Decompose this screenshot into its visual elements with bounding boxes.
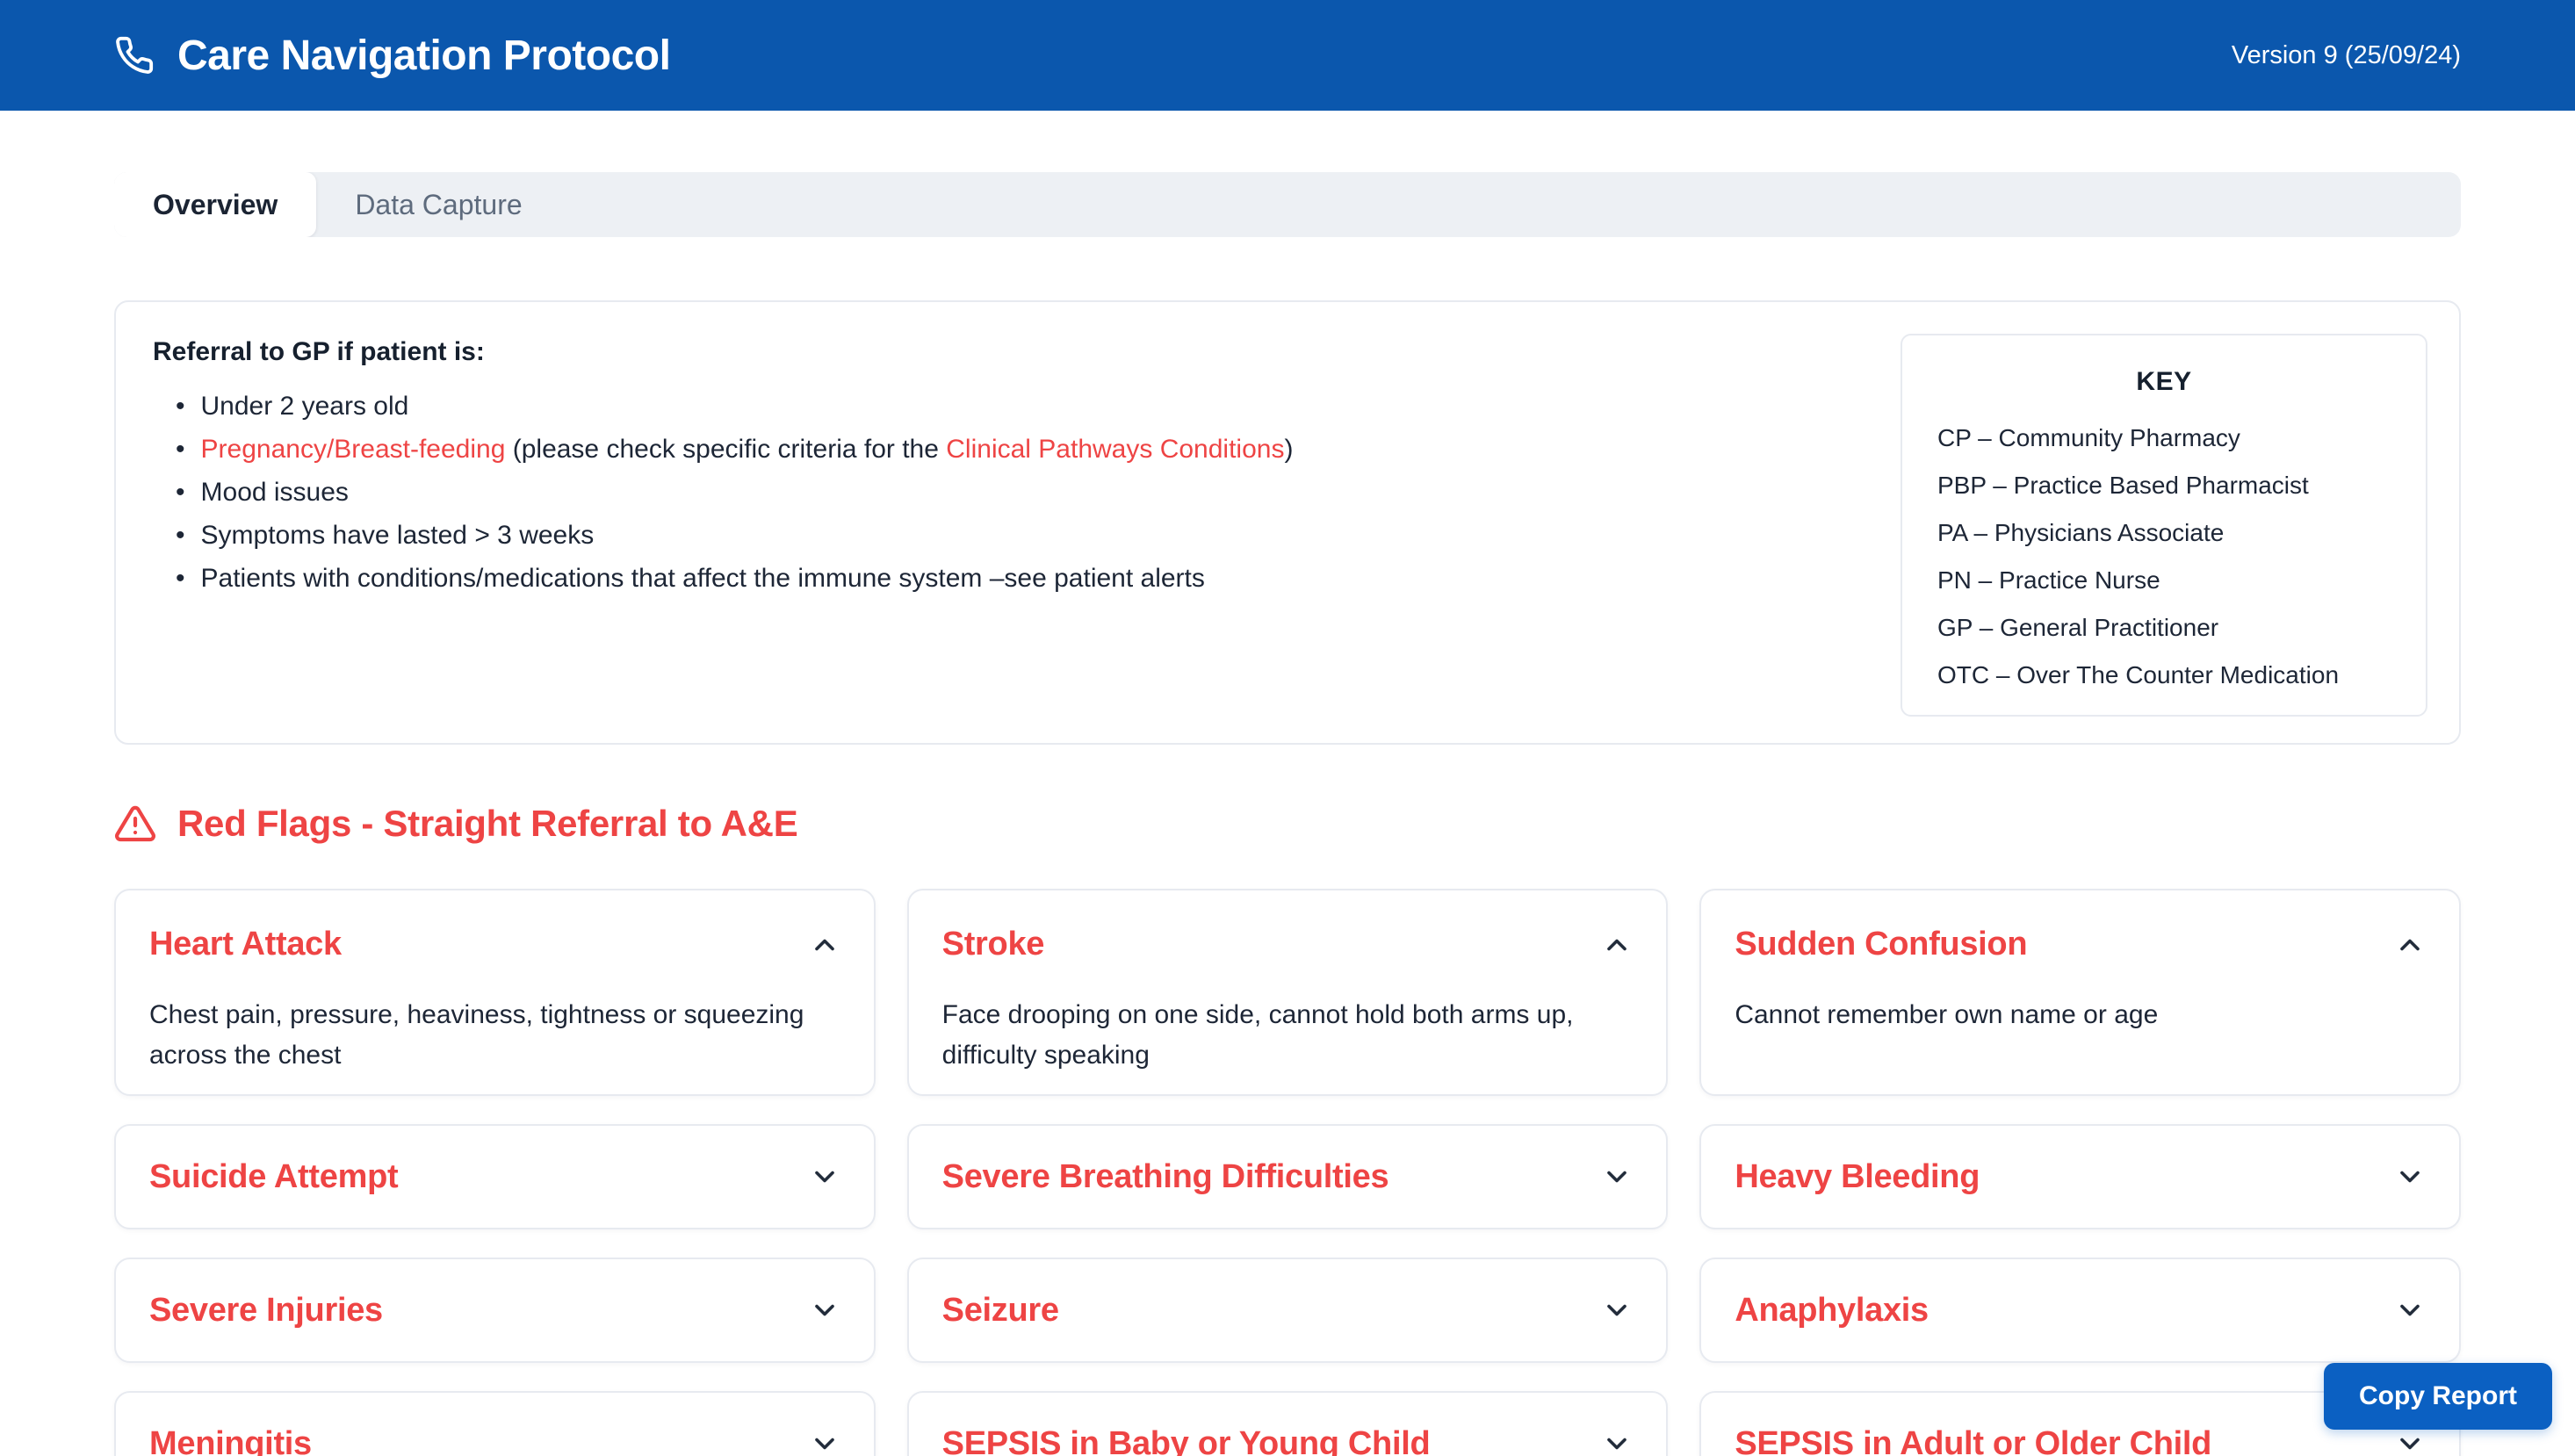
card-title: Severe Injuries <box>149 1292 383 1330</box>
gp-referral-list: Under 2 years old Pregnancy/Breast-feedi… <box>153 393 1713 592</box>
header-brand: Care Navigation Protocol <box>114 32 670 80</box>
key-legend-title: KEY <box>1937 367 2391 397</box>
chevron-down-icon <box>1601 1294 1633 1326</box>
card-header-toggle[interactable]: Severe Breathing Difficulties <box>942 1158 1634 1196</box>
list-item: Patients with conditions/medications tha… <box>176 566 1713 592</box>
card-title: Meningitis <box>149 1425 312 1456</box>
bullet-text: Patients with conditions/medications tha… <box>201 564 1205 593</box>
key-item: GP – General Practitioner <box>1937 615 2391 641</box>
card-seizure: Seizure <box>907 1258 1669 1363</box>
chevron-down-icon <box>1601 1161 1633 1193</box>
key-legend: KEY CP – Community Pharmacy PBP – Practi… <box>1901 334 2427 717</box>
card-header-toggle[interactable]: Anaphylaxis <box>1735 1292 2426 1330</box>
red-flags-heading: Red Flags - Straight Referral to A&E <box>114 803 2461 845</box>
chevron-down-icon <box>1601 1428 1633 1456</box>
page-title: Care Navigation Protocol <box>177 32 670 80</box>
clinical-pathways-link[interactable]: Clinical Pathways Conditions <box>946 435 1284 464</box>
red-flags-grid: Heart Attack Chest pain, pressure, heavi… <box>114 889 2461 1456</box>
main-content: Overview Data Capture Referral to GP if … <box>0 172 2575 1456</box>
app-header: Care Navigation Protocol Version 9 (25/0… <box>0 0 2575 111</box>
list-item: Mood issues <box>176 479 1713 506</box>
card-header-toggle[interactable]: SEPSIS in Adult or Older Child <box>1735 1425 2426 1456</box>
chevron-up-icon <box>1601 929 1633 961</box>
chevron-down-icon <box>2394 1294 2426 1326</box>
card-severe-injuries: Severe Injuries <box>114 1258 876 1363</box>
card-header-toggle[interactable]: Meningitis <box>149 1425 840 1456</box>
chevron-down-icon <box>809 1161 840 1193</box>
card-anaphylaxis: Anaphylaxis <box>1699 1258 2461 1363</box>
card-description: Chest pain, pressure, heaviness, tightne… <box>149 995 840 1076</box>
card-title: Seizure <box>942 1292 1059 1330</box>
card-header-toggle[interactable]: Suicide Attempt <box>149 1158 840 1196</box>
red-flags-heading-text: Red Flags - Straight Referral to A&E <box>177 803 797 845</box>
chevron-down-icon <box>809 1428 840 1456</box>
card-header-toggle[interactable]: Stroke <box>942 926 1634 963</box>
card-meningitis: Meningitis <box>114 1391 876 1456</box>
list-item: Pregnancy/Breast-feeding (please check s… <box>176 436 1713 463</box>
key-item: OTC – Over The Counter Medication <box>1937 662 2391 688</box>
card-header-toggle[interactable]: SEPSIS in Baby or Young Child <box>942 1425 1634 1456</box>
card-title: Severe Breathing Difficulties <box>942 1158 1389 1196</box>
card-title: Sudden Confusion <box>1735 926 2027 963</box>
card-header-toggle[interactable]: Heart Attack <box>149 926 840 963</box>
card-severe-breathing-difficulties: Severe Breathing Difficulties <box>907 1124 1669 1229</box>
key-item: PBP – Practice Based Pharmacist <box>1937 472 2391 499</box>
warning-triangle-icon <box>114 803 156 845</box>
bullet-text: Mood issues <box>201 478 349 507</box>
bullet-text: Under 2 years old <box>201 392 409 421</box>
card-description: Face drooping on one side, cannot hold b… <box>942 995 1634 1076</box>
tab-overview[interactable]: Overview <box>114 172 316 237</box>
card-header-toggle[interactable]: Heavy Bleeding <box>1735 1158 2426 1196</box>
bullet-text: (please check specific criteria for the <box>505 435 946 464</box>
bullet-text: Symptoms have lasted > 3 weeks <box>201 521 595 550</box>
pregnancy-highlight: Pregnancy/Breast-feeding <box>201 435 506 464</box>
gp-referral-panel: Referral to GP if patient is: Under 2 ye… <box>114 300 2461 745</box>
chevron-down-icon <box>809 1294 840 1326</box>
version-label: Version 9 (25/09/24) <box>2232 41 2461 70</box>
card-description: Cannot remember own name or age <box>1735 995 2426 1035</box>
card-heart-attack: Heart Attack Chest pain, pressure, heavi… <box>114 889 876 1096</box>
card-sudden-confusion: Sudden Confusion Cannot remember own nam… <box>1699 889 2461 1096</box>
care-navigation-app: Care Navigation Protocol Version 9 (25/0… <box>0 0 2575 1456</box>
copy-report-button[interactable]: Copy Report <box>2324 1363 2552 1430</box>
chevron-down-icon <box>2394 1428 2426 1456</box>
card-stroke: Stroke Face drooping on one side, cannot… <box>907 889 1669 1096</box>
card-title: SEPSIS in Baby or Young Child <box>942 1425 1431 1456</box>
card-title: Stroke <box>942 926 1044 963</box>
card-suicide-attempt: Suicide Attempt <box>114 1124 876 1229</box>
chevron-down-icon <box>2394 1161 2426 1193</box>
card-title: Heavy Bleeding <box>1735 1158 1980 1196</box>
key-item: PN – Practice Nurse <box>1937 567 2391 594</box>
card-sepsis-baby-young-child: SEPSIS in Baby or Young Child <box>907 1391 1669 1456</box>
card-title: Anaphylaxis <box>1735 1292 1929 1330</box>
card-header-toggle[interactable]: Seizure <box>942 1292 1634 1330</box>
chevron-up-icon <box>2394 929 2426 961</box>
phone-icon <box>114 35 155 76</box>
list-item: Under 2 years old <box>176 393 1713 420</box>
list-item: Symptoms have lasted > 3 weeks <box>176 523 1713 549</box>
key-item: CP – Community Pharmacy <box>1937 425 2391 451</box>
card-title: Heart Attack <box>149 926 342 963</box>
card-title: Suicide Attempt <box>149 1158 398 1196</box>
card-header-toggle[interactable]: Sudden Confusion <box>1735 926 2426 963</box>
card-title: SEPSIS in Adult or Older Child <box>1735 1425 2211 1456</box>
tab-data-capture[interactable]: Data Capture <box>316 172 560 237</box>
chevron-up-icon <box>809 929 840 961</box>
key-item: PA – Physicians Associate <box>1937 520 2391 546</box>
tab-bar: Overview Data Capture <box>114 172 2461 237</box>
bullet-text: ) <box>1284 435 1293 464</box>
card-heavy-bleeding: Heavy Bleeding <box>1699 1124 2461 1229</box>
card-header-toggle[interactable]: Severe Injuries <box>149 1292 840 1330</box>
